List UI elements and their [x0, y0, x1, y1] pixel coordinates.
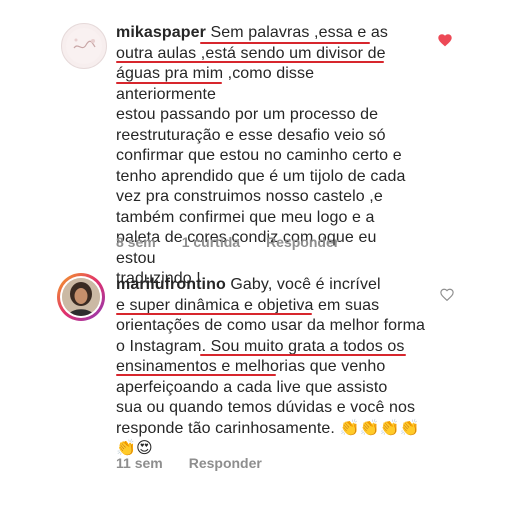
logo-icon [66, 28, 102, 64]
comment-meta: 11 sem Responder [116, 455, 288, 471]
avatar-marilufrontino[interactable] [57, 273, 105, 321]
comment-text: Gaby, você é incrível e super dinâmica e… [116, 276, 426, 457]
comment-time: 8 sem [116, 234, 156, 250]
comment-body: marilufrontino Gaby, você é incrível e s… [116, 275, 436, 460]
comment-username[interactable]: mikaspaper [116, 24, 206, 41]
comment-likes[interactable]: 1 curtida [182, 234, 240, 250]
annotation-underline [200, 354, 406, 356]
annotation-underline [116, 82, 222, 84]
comment-username[interactable]: marilufrontino [116, 276, 226, 293]
annotation-underline [200, 42, 370, 44]
comment-time: 11 sem [116, 455, 163, 471]
reply-button[interactable]: Responder [266, 234, 339, 250]
reply-button[interactable]: Responder [189, 455, 262, 471]
annotation-underline [116, 313, 312, 315]
avatar-mikaspaper[interactable] [61, 23, 107, 69]
heart-outline-icon[interactable] [440, 288, 454, 301]
profile-photo [62, 278, 100, 316]
annotation-underline [116, 374, 276, 376]
heart-filled-icon[interactable] [437, 33, 453, 47]
annotation-underline [116, 61, 384, 63]
comment-meta: 8 sem 1 curtida Responder [116, 234, 365, 250]
